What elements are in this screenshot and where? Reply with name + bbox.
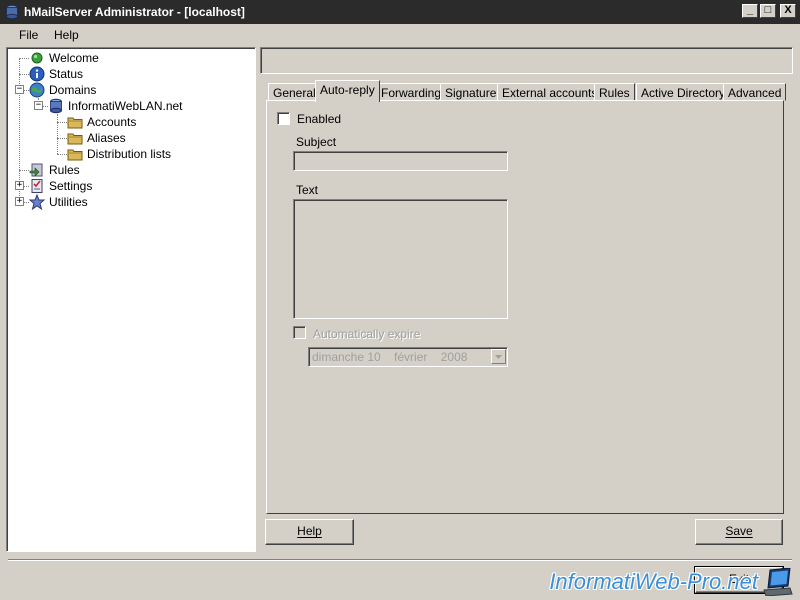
maximize-button[interactable]: □ xyxy=(760,4,776,18)
info-icon xyxy=(29,66,45,82)
settings-expand-toggle[interactable]: + xyxy=(15,181,24,190)
enabled-label: Enabled xyxy=(297,112,342,126)
tree-item-accounts[interactable]: Accounts xyxy=(67,114,136,130)
star-icon xyxy=(29,194,45,210)
text-input[interactable] xyxy=(293,199,508,319)
separator xyxy=(8,559,792,561)
laptop-logo-icon xyxy=(763,568,793,596)
tab-general[interactable]: General xyxy=(268,83,321,101)
tab-auto-reply[interactable]: Auto-reply xyxy=(315,80,380,102)
tree-item-domains[interactable]: Domains xyxy=(29,82,96,98)
rules-icon xyxy=(29,163,43,177)
folder-icon xyxy=(67,133,83,145)
utilities-expand-toggle[interactable]: + xyxy=(15,197,24,206)
watermark: InformatiWeb-Pro.net xyxy=(549,568,794,596)
header-panel xyxy=(260,47,793,74)
help-button[interactable]: Help xyxy=(265,519,354,545)
close-button[interactable]: X xyxy=(780,4,796,18)
menu-file[interactable]: File xyxy=(19,28,38,42)
navigation-tree[interactable]: − − + + Welcome Status Domains Informati… xyxy=(6,47,256,552)
subject-label: Subject xyxy=(296,135,337,149)
tab-rules[interactable]: Rules xyxy=(594,83,635,101)
auto-expire-label: Automatically expire xyxy=(313,327,421,341)
app-icon xyxy=(6,4,18,20)
save-button[interactable]: Save xyxy=(695,519,783,545)
expire-date-value: dimanche 10 février 2008 xyxy=(312,350,468,364)
text-label: Text xyxy=(296,183,319,197)
domains-collapse-toggle[interactable]: − xyxy=(15,85,24,94)
subject-input[interactable] xyxy=(293,151,508,171)
tree-item-settings[interactable]: Settings xyxy=(29,178,92,194)
help-button-label: Help xyxy=(297,524,322,538)
minimize-button[interactable]: _ xyxy=(742,4,758,18)
green-dot-icon xyxy=(31,52,43,64)
menu-bar: File Help xyxy=(0,24,800,46)
tab-external-accounts[interactable]: External accounts xyxy=(497,83,603,101)
folder-icon xyxy=(67,117,83,129)
expire-date-picker[interactable]: dimanche 10 février 2008 xyxy=(308,347,508,367)
tab-active-directory[interactable]: Active Directory xyxy=(636,83,731,101)
tree-item-distribution-lists[interactable]: Distribution lists xyxy=(67,146,171,162)
tree-item-welcome[interactable]: Welcome xyxy=(29,50,99,66)
menu-help[interactable]: Help xyxy=(54,28,79,42)
domain-collapse-toggle[interactable]: − xyxy=(34,101,43,110)
tab-signature[interactable]: Signature xyxy=(440,83,502,101)
watermark-text: InformatiWeb-Pro.net xyxy=(549,569,758,594)
chevron-down-icon xyxy=(495,355,502,359)
tree-item-aliases[interactable]: Aliases xyxy=(67,130,126,146)
tree-item-utilities[interactable]: Utilities xyxy=(29,194,88,210)
database-icon xyxy=(50,98,62,114)
tree-item-rules[interactable]: Rules xyxy=(29,162,80,178)
globe-icon xyxy=(29,82,45,98)
date-dropdown-button[interactable] xyxy=(491,349,506,364)
tab-forwarding[interactable]: Forwarding xyxy=(376,83,447,101)
folder-icon xyxy=(67,149,83,161)
title-bar[interactable]: hMailServer Administrator - [localhost] … xyxy=(0,0,800,24)
auto-reply-tab-page: Enabled Subject Text Automatically expir… xyxy=(266,100,784,514)
tab-advanced[interactable]: Advanced xyxy=(723,83,787,101)
window-title: hMailServer Administrator - [localhost] xyxy=(24,5,245,19)
save-button-label: Save xyxy=(725,524,753,538)
settings-checklist-icon xyxy=(31,179,43,193)
auto-expire-checkbox[interactable] xyxy=(293,326,306,339)
tree-item-status[interactable]: Status xyxy=(29,66,83,82)
enabled-checkbox[interactable] xyxy=(277,112,290,125)
tree-item-domain[interactable]: InformatiWebLAN.net xyxy=(48,98,183,114)
